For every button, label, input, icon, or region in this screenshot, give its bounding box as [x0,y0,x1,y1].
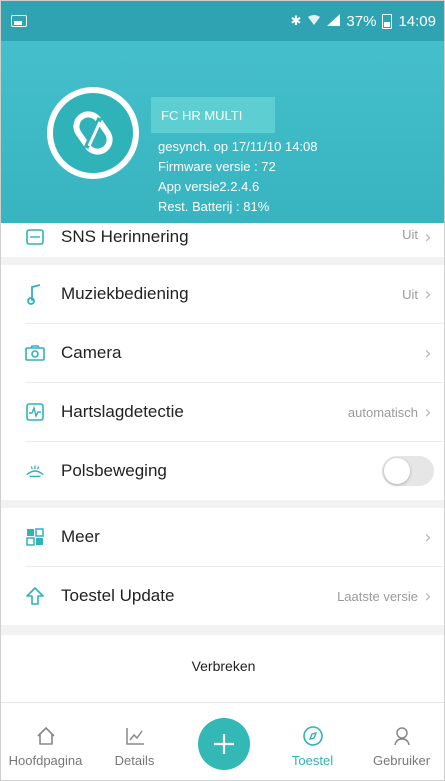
plus-icon [213,734,234,754]
wrist-gesture-toggle[interactable] [382,456,434,486]
chevron-right-icon: › [424,526,432,548]
chevron-right-icon: › [424,342,432,364]
section-divider [1,625,444,635]
row-wrist-gesture: Polsbeweging [1,442,444,500]
device-name: FC HR MULTI [151,97,275,133]
music-note-icon [25,284,45,305]
status-bar-right: ✱ 37% 14:09 [291,13,436,30]
app-screen: ✱ 37% 14:09 FC HR MULTI gesynch. op 17/1… [0,0,445,781]
toggle-knob [384,458,410,484]
app-version: App versie2.2.4.6 [158,179,260,194]
battery-remaining: Rest. Batterij : 81% [158,199,270,214]
status-bar: ✱ 37% 14:09 [1,1,444,41]
row-music-control[interactable]: Muziekbediening Uit › [1,265,444,323]
camera-label: Camera [61,343,122,362]
music-control-label: Muziekbediening [61,284,189,303]
heart-rate-label: Hartslagdetectie [61,402,184,421]
disconnect-label: Verbreken [191,658,256,674]
band-icon [73,111,113,155]
music-control-value: Uit [402,286,418,302]
device-update-label: Toestel Update [61,586,175,605]
tab-user-label: Gebruiker [372,753,431,768]
row-sns-reminder[interactable]: SNS Herinnering Uit › [1,223,444,257]
signal-icon [327,13,341,29]
disconnect-button[interactable]: Verbreken [1,635,444,697]
row-more[interactable]: Meer › [1,508,444,566]
app-icon [25,227,45,247]
device-update-value: Laatste versie [337,588,418,604]
wrist-gesture-label: Polsbeweging [61,461,167,480]
tab-details[interactable]: Details [90,723,179,780]
more-label: Meer [61,527,100,546]
device-logo [47,87,139,179]
tab-device-label: Toestel [291,753,334,768]
row-device-update[interactable]: Toestel Update Laatste versie › [1,567,444,625]
wifi-icon [307,14,321,29]
bluetooth-icon: ✱ [290,13,302,28]
tab-user[interactable]: Gebruiker [357,723,444,780]
chart-icon [122,723,148,749]
section-divider [1,257,444,265]
row-camera[interactable]: Camera › [1,324,444,382]
upload-arrow-icon [25,586,45,606]
section-divider [1,500,444,508]
add-button[interactable] [197,718,250,770]
tab-device[interactable]: Toestel [268,723,357,780]
tab-add[interactable] [179,718,268,780]
sync-status: gesynch. op 17/11/10 14:08 [158,139,318,154]
settings-list: SNS Herinnering Uit › Muziekbediening Ui… [1,223,444,697]
compass-icon [300,723,326,749]
bottom-navigation: Hoofdpagina Details Toestel Gebruiker [1,702,444,780]
wrist-gesture-icon [25,461,45,481]
row-heart-rate[interactable]: Hartslagdetectie automatisch › [1,383,444,441]
tab-home[interactable]: Hoofdpagina [1,723,90,780]
device-info: gesynch. op 17/11/10 14:08 Firmware vers… [158,137,318,217]
chevron-right-icon: › [424,401,432,423]
chevron-right-icon: › [424,283,432,305]
clock: 14:09 [398,12,436,30]
battery-percent: 37% [346,12,377,30]
home-icon [33,723,59,749]
battery-icon [382,13,393,29]
sns-reminder-label: SNS Herinnering [61,227,189,246]
chevron-right-icon: › [424,227,432,248]
sns-reminder-value: Uit [402,227,418,242]
heart-rate-value: automatisch [347,404,418,420]
tab-home-label: Hoofdpagina [8,753,83,768]
chevron-right-icon: › [424,585,432,607]
user-icon [389,723,415,749]
tab-details-label: Details [114,753,155,768]
firmware-version: Firmware versie : 72 [158,159,276,174]
camera-icon [25,343,45,363]
heart-rate-icon [25,402,45,422]
image-notification-icon [11,15,27,27]
grid-icon [25,527,45,547]
device-header: FC HR MULTI gesynch. op 17/11/10 14:08 F… [1,41,444,223]
